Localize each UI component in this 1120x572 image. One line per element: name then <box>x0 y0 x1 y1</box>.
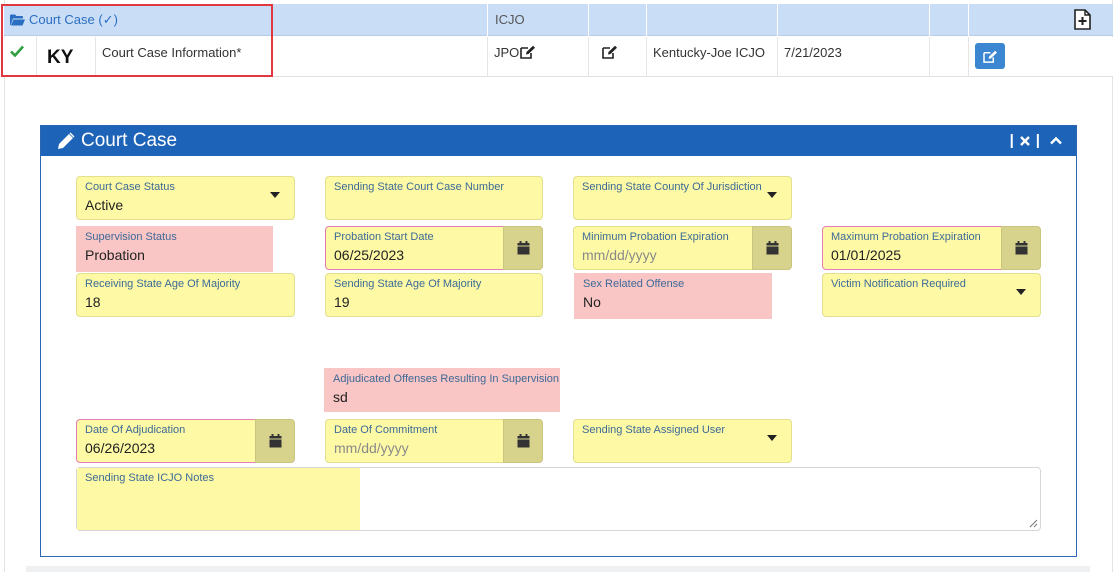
field-value: 06/26/2023 <box>85 440 156 456</box>
chevron-up-icon[interactable] <box>1050 136 1062 145</box>
field-label: Supervision Status <box>85 231 177 243</box>
edit-icon[interactable] <box>602 45 618 59</box>
field-value: 19 <box>334 294 350 310</box>
caret-down-icon <box>1016 289 1026 295</box>
field-label: Date Of Commitment <box>334 424 438 436</box>
court-case-status-select[interactable]: Court Case Status Active <box>76 176 295 220</box>
calendar-icon <box>517 434 529 448</box>
tools-separator: | <box>1035 132 1040 149</box>
calendar-icon <box>1015 241 1027 255</box>
victim-notification-select[interactable]: Victim Notification Required <box>822 273 1041 317</box>
header-cell-icjo: ICJO <box>489 4 589 36</box>
date-of-commitment-input[interactable]: Date Of Commitment mm/dd/yyyy <box>325 419 504 463</box>
edit-button[interactable] <box>975 43 1005 69</box>
tools-separator: | <box>1009 132 1014 149</box>
field-label: Sending State Age Of Majority <box>334 278 482 290</box>
min-probation-expiration-input[interactable]: Minimum Probation Expiration mm/dd/yyyy <box>573 226 753 270</box>
date-of-adjudication-input[interactable]: Date Of Adjudication 06/26/2023 <box>76 419 256 463</box>
field-label: Receiving State Age Of Majority <box>85 278 241 290</box>
field-value: 18 <box>85 294 101 310</box>
commitment-calendar-button[interactable] <box>503 419 543 463</box>
field-value: 06/25/2023 <box>334 247 405 263</box>
header-icjo-text: ICJO <box>495 12 525 27</box>
close-icon[interactable] <box>1019 135 1030 146</box>
highlight-box <box>1 4 273 77</box>
field-value: Active <box>85 197 124 213</box>
caret-down-icon <box>767 192 777 198</box>
adjudicated-offenses-field[interactable]: Adjudicated Offenses Resulting In Superv… <box>324 368 560 412</box>
sending-county-select[interactable]: Sending State County Of Jurisdiction <box>573 176 792 220</box>
calendar-icon <box>269 434 281 448</box>
panel-tools: | | <box>1010 132 1062 149</box>
receiving-age-of-majority-input[interactable]: Receiving State Age Of Majority 18 <box>76 273 295 317</box>
field-label: Sending State Assigned User <box>582 424 726 436</box>
field-label: Sending State Court Case Number <box>334 181 504 193</box>
field-label: Victim Notification Required <box>831 278 966 290</box>
empty-cell <box>931 37 969 77</box>
field-label: Date Of Adjudication <box>85 424 186 436</box>
header-cell-empty-1 <box>590 4 647 36</box>
probation-start-calendar-button[interactable] <box>503 226 543 270</box>
date-text: 7/21/2023 <box>784 45 842 60</box>
min-probation-calendar-button[interactable] <box>752 226 792 270</box>
field-placeholder: mm/dd/yyyy <box>582 247 657 263</box>
field-placeholder: mm/dd/yyyy <box>334 440 409 456</box>
pencil-icon <box>58 132 75 149</box>
panel-title: Court Case <box>81 130 178 151</box>
edit-icon <box>982 50 997 63</box>
field-value: sd <box>333 389 348 405</box>
icjo-notes-textarea[interactable]: Sending State ICJO Notes <box>76 467 1041 531</box>
agency-cell: Kentucky-Joe ICJO <box>648 37 778 77</box>
role-text: JPO <box>494 45 520 60</box>
field-label: Sending State ICJO Notes <box>85 472 215 484</box>
adjudication-calendar-button[interactable] <box>255 419 295 463</box>
field-label: Court Case Status <box>85 181 175 193</box>
field-label: Sex Related Offense <box>583 278 685 290</box>
panel-header: Court Case | | <box>41 126 1076 156</box>
header-cell-empty-4 <box>931 4 969 36</box>
field-label: Maximum Probation Expiration <box>831 231 981 243</box>
max-probation-expiration-input[interactable]: Maximum Probation Expiration 01/01/2025 <box>822 226 1002 270</box>
field-label: Minimum Probation Expiration <box>582 231 729 243</box>
field-label: Adjudicated Offenses Resulting In Superv… <box>333 373 560 385</box>
caret-down-icon <box>767 435 777 441</box>
sending-age-of-majority-input[interactable]: Sending State Age Of Majority 19 <box>325 273 543 317</box>
field-value: No <box>583 294 601 310</box>
probation-start-date-input[interactable]: Probation Start Date 06/25/2023 <box>325 226 504 270</box>
field-value: 01/01/2025 <box>831 247 902 263</box>
caret-down-icon <box>270 192 280 198</box>
sending-case-number-input[interactable]: Sending State Court Case Number <box>325 176 543 220</box>
date-cell: 7/21/2023 <box>779 37 930 77</box>
resize-handle-icon[interactable] <box>1029 519 1038 528</box>
calendar-icon <box>766 241 778 255</box>
sending-assigned-user-select[interactable]: Sending State Assigned User <box>573 419 792 463</box>
header-cell-empty-3 <box>779 4 930 36</box>
role-cell: JPO <box>489 37 589 77</box>
bottom-scroll-strip <box>26 566 1090 572</box>
max-probation-calendar-button[interactable] <box>1001 226 1041 270</box>
calendar-icon <box>517 241 529 255</box>
edit-icon[interactable] <box>520 45 536 59</box>
agency-text: Kentucky-Joe ICJO <box>653 45 765 60</box>
field-label: Sending State County Of Jurisdiction <box>582 181 762 193</box>
field-label: Probation Start Date <box>334 231 434 243</box>
edit-cell <box>590 37 647 77</box>
supervision-status-field[interactable]: Supervision Status Probation <box>76 226 273 272</box>
header-cell-empty-2 <box>648 4 778 36</box>
add-document-icon[interactable] <box>1074 9 1091 33</box>
sex-related-offense-field[interactable]: Sex Related Offense No <box>574 273 772 319</box>
field-value: Probation <box>85 247 145 263</box>
